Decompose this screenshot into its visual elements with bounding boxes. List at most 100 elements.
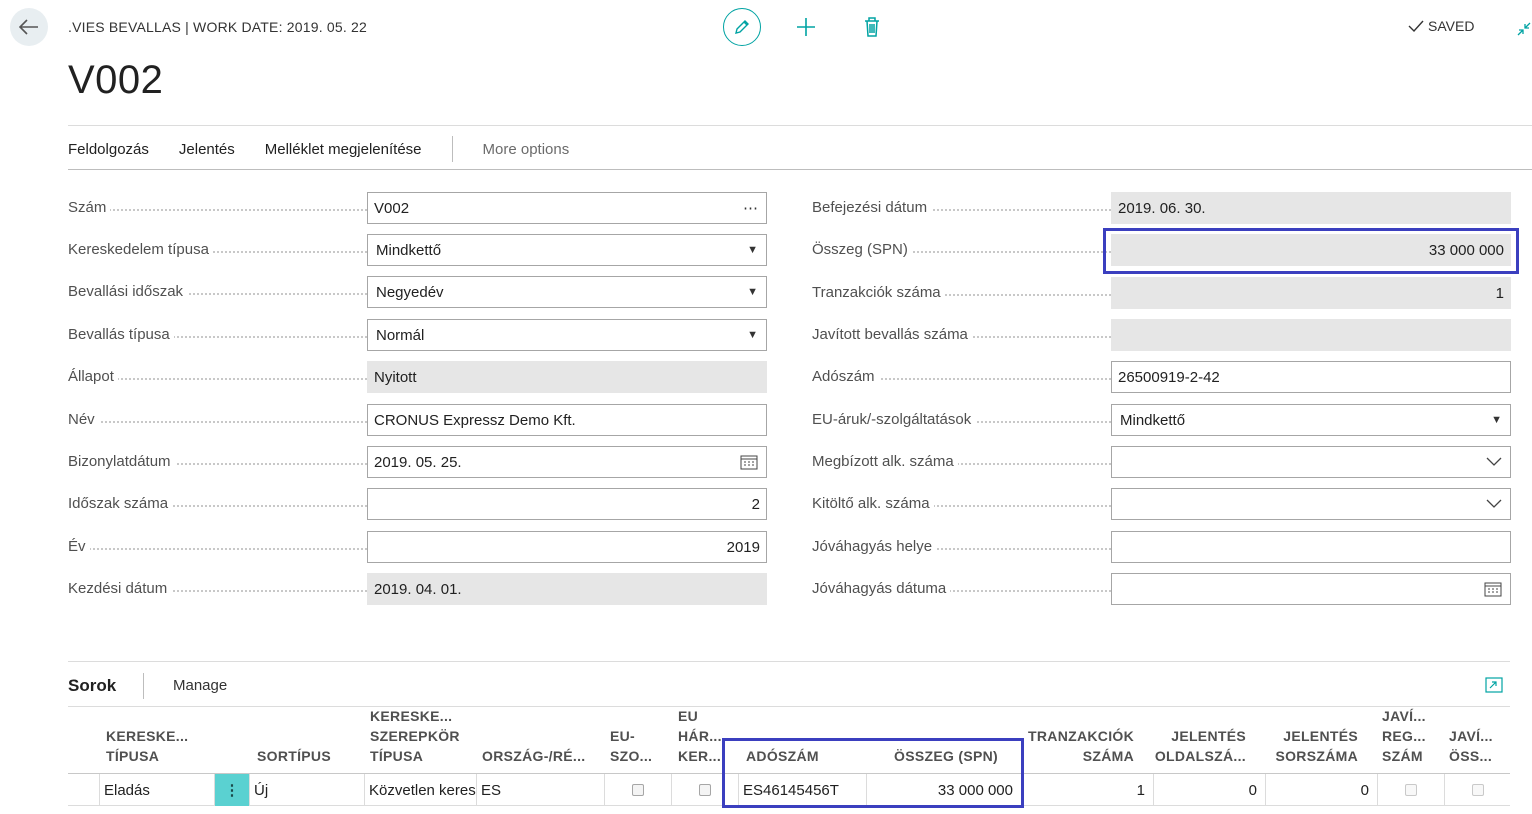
- col-header-kereskedelem-tipusa[interactable]: KERESKE... TÍPUSA: [106, 726, 188, 766]
- cell-adoszam[interactable]: ES46145456T: [738, 774, 866, 806]
- collapse-icon: [1517, 22, 1531, 36]
- col-header-osszeg-spn[interactable]: ÖSSZEG (SPN): [894, 746, 998, 766]
- cell-javitott-reg-szam[interactable]: [1377, 774, 1444, 806]
- col-header-sortipus[interactable]: SORTÍPUS: [257, 746, 331, 766]
- befejezesi-datum-value: 2019. 06. 30.: [1111, 192, 1511, 224]
- ev-input[interactable]: 2019: [367, 531, 767, 563]
- field-label: Időszak száma: [68, 495, 173, 512]
- dropdown-triangle-icon: ▼: [747, 244, 758, 256]
- idoszak-szama-input[interactable]: 2: [367, 488, 767, 520]
- field-label: Kitöltő alk. száma: [812, 495, 934, 512]
- calendar-icon[interactable]: [740, 447, 758, 477]
- ellipsis-icon[interactable]: ⋯: [743, 193, 758, 223]
- page-title: V002: [68, 58, 164, 102]
- eu-aruk-szolgaltatasok-select[interactable]: Mindkettő ▼: [1111, 404, 1511, 436]
- row-menu-button[interactable]: ⋮: [214, 774, 249, 806]
- cell-osszeg-spn[interactable]: 33 000 000: [866, 774, 1021, 806]
- more-options-button[interactable]: More options: [483, 141, 570, 158]
- lines-title[interactable]: Sorok: [68, 676, 116, 696]
- field-label: Bevallás típusa: [68, 326, 174, 343]
- field-label: Szám: [68, 199, 111, 216]
- nev-input[interactable]: CRONUS Expressz Demo Kft.: [367, 404, 767, 436]
- dropdown-triangle-icon: ▼: [747, 286, 758, 298]
- bevallas-tipusa-select[interactable]: Normál ▼: [367, 319, 767, 351]
- action-feldolgozas[interactable]: Feldolgozás: [68, 141, 149, 158]
- col-header-javitott-osszeg[interactable]: JAVÍ... ÖSS...: [1449, 726, 1493, 766]
- saved-label: SAVED: [1428, 18, 1475, 34]
- cell-eu-haromszog[interactable]: [671, 774, 738, 806]
- pencil-icon: [735, 20, 749, 34]
- cell-sortipus[interactable]: Új: [249, 774, 364, 806]
- page-caption: .VIES BEVALLAS | WORK DATE: 2019. 05. 22: [68, 19, 368, 35]
- field-label: Összeg (SPN): [812, 241, 912, 258]
- checkbox[interactable]: [699, 784, 711, 796]
- cell-szerepkor-tipusa[interactable]: Közvetlen keres: [364, 774, 476, 806]
- action-bar: Feldolgozás Jelentés Melléklet megjelení…: [68, 136, 599, 162]
- cell-orszag[interactable]: ES: [476, 774, 604, 806]
- field-kitolto-alk-szama: Kitöltő alk. száma: [812, 488, 1512, 520]
- chevron-down-icon[interactable]: [1486, 489, 1502, 519]
- field-label: Név: [68, 411, 99, 428]
- szam-input[interactable]: V002 ⋯: [367, 192, 767, 224]
- lines-separator: [143, 673, 144, 699]
- lines-top-divider: [68, 661, 1510, 662]
- bizonylatdatum-input[interactable]: 2019. 05. 25.: [367, 446, 767, 478]
- col-header-eu-haromszog[interactable]: EU HÁR... KER...: [678, 706, 722, 766]
- field-jovahagyas-helye: Jóváhagyás helye: [812, 531, 1512, 563]
- jovahagyas-datuma-input[interactable]: [1111, 573, 1511, 605]
- col-header-adoszam[interactable]: ADÓSZÁM: [746, 746, 819, 766]
- field-adoszam: Adószám 26500919-2-42: [812, 361, 1512, 393]
- field-label: Év: [68, 538, 90, 555]
- collapse-button[interactable]: [1517, 22, 1531, 36]
- field-label: Jóváhagyás helye: [812, 538, 937, 555]
- field-ev: Év 2019: [68, 531, 768, 563]
- cell-kereskedelem-tipusa[interactable]: Eladás: [99, 774, 214, 806]
- delete-button[interactable]: [860, 15, 884, 39]
- calendar-icon[interactable]: [1484, 574, 1502, 604]
- manage-button[interactable]: Manage: [173, 677, 227, 694]
- cell-tranzakciok-szama[interactable]: 1: [1021, 774, 1153, 806]
- field-bevallas-tipusa: Bevallás típusa Normál ▼: [68, 319, 768, 351]
- jovahagyas-helye-input[interactable]: [1111, 531, 1511, 563]
- new-button[interactable]: [794, 15, 818, 39]
- chevron-down-icon[interactable]: [1486, 447, 1502, 477]
- field-idoszak-szama: Időszak száma 2: [68, 488, 768, 520]
- action-separator: [451, 136, 453, 162]
- cell-jelentes-sorszama[interactable]: 0: [1265, 774, 1377, 806]
- col-header-jelentes-sorszama[interactable]: JELENTÉS SORSZÁMA: [1275, 726, 1358, 766]
- checkbox[interactable]: [1471, 784, 1484, 796]
- col-header-eu-szolgaltatas[interactable]: EU- SZO...: [610, 726, 652, 766]
- col-header-szerepkor-tipusa[interactable]: KERESKE... SZEREPKÖR TÍPUSA: [370, 706, 460, 766]
- field-befejezesi-datum: Befejezési dátum 2019. 06. 30.: [812, 192, 1512, 224]
- expand-icon[interactable]: [1485, 677, 1503, 693]
- field-jovahagyas-datuma: Jóváhagyás dátuma: [812, 573, 1512, 605]
- bevallasi-idoszak-select[interactable]: Negyedév ▼: [367, 276, 767, 308]
- col-header-javitott-reg-szam[interactable]: JAVÍ... REG... SZÁM: [1382, 706, 1426, 766]
- checkbox[interactable]: [632, 784, 644, 796]
- megbizott-alk-szama-lookup[interactable]: [1111, 446, 1511, 478]
- kereskedelem-tipusa-select[interactable]: Mindkettő ▼: [367, 234, 767, 266]
- row-selector[interactable]: [68, 774, 99, 806]
- col-header-orszag[interactable]: ORSZÁG-/RÉ...: [482, 746, 585, 766]
- col-header-tranzakciok-szama[interactable]: TRANZAKCIÓK SZÁMA: [1028, 726, 1134, 766]
- col-header-jelentes-oldalszama[interactable]: JELENTÉS OLDALSZÁ...: [1155, 726, 1246, 766]
- kitolto-alk-szama-lookup[interactable]: [1111, 488, 1511, 520]
- field-bevallasi-idoszak: Bevallási időszak Negyedév ▼: [68, 276, 768, 308]
- trash-icon: [865, 17, 879, 37]
- adoszam-input[interactable]: 26500919-2-42: [1111, 361, 1511, 393]
- field-label: Jóváhagyás dátuma: [812, 580, 951, 597]
- cell-eu-szolgaltatas[interactable]: [604, 774, 671, 806]
- dropdown-triangle-icon: ▼: [1491, 414, 1502, 426]
- allapot-value: Nyitott: [367, 361, 767, 393]
- field-nev: Név CRONUS Expressz Demo Kft.: [68, 404, 768, 436]
- edit-button[interactable]: [723, 8, 761, 46]
- checkmark-icon: [1408, 20, 1424, 32]
- action-jelentes[interactable]: Jelentés: [179, 141, 235, 158]
- back-button[interactable]: [10, 8, 48, 46]
- action-melleklet[interactable]: Melléklet megjelenítése: [265, 141, 422, 158]
- cell-jelentes-oldalszama[interactable]: 0: [1153, 774, 1265, 806]
- field-label: Megbízott alk. száma: [812, 453, 958, 470]
- cell-javitott-osszeg[interactable]: [1444, 774, 1510, 806]
- checkbox[interactable]: [1405, 784, 1417, 796]
- table-row[interactable]: Eladás ⋮ Új Közvetlen keres ES ES4614545…: [68, 774, 1510, 806]
